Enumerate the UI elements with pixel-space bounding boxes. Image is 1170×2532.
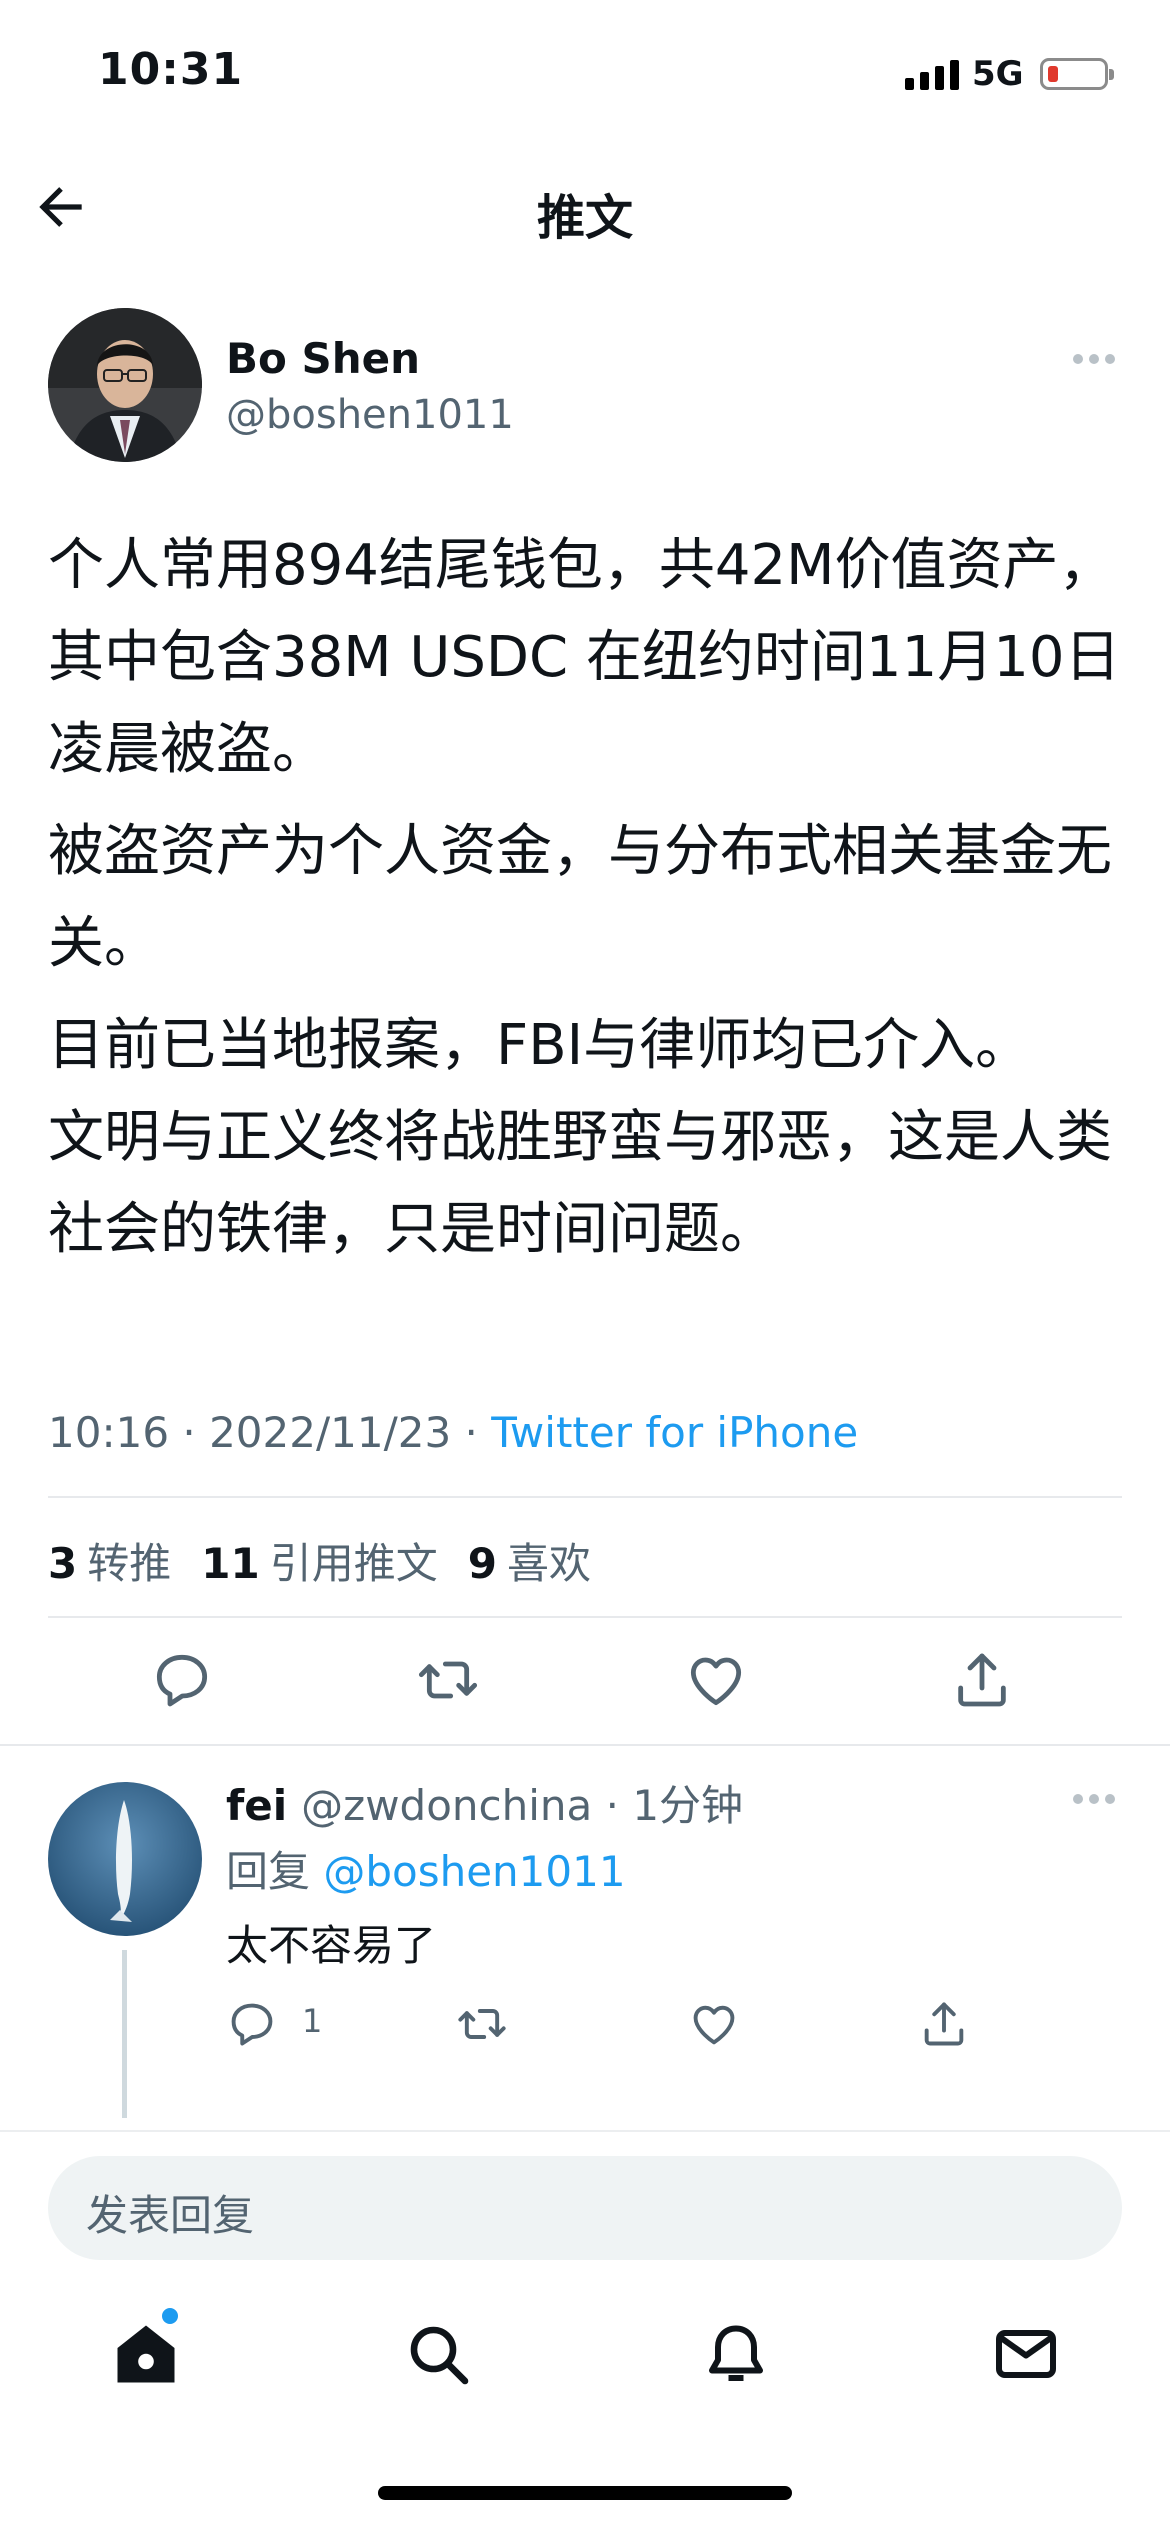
reply-to-handle[interactable]: @boshen1011 [323,1847,625,1896]
reply-handle-time: @zwdonchina · 1分钟 [301,1781,744,1830]
author-handle[interactable]: @boshen1011 [226,392,514,438]
home-icon[interactable] [110,2318,182,2390]
divider [48,1496,1122,1498]
likes-stat[interactable]: 9 喜欢 [468,1530,591,1591]
retweet-icon[interactable] [456,1998,508,2050]
reply-avatar[interactable] [48,1782,202,1936]
signal-icon [905,58,959,90]
tweet-stats: 3 转推 11 引用推文 9 喜欢 [48,1530,591,1591]
retweet-icon[interactable] [416,1648,480,1712]
divider [0,1744,1170,1746]
like-icon[interactable] [688,1998,740,2050]
reply-text: 太不容易了 [226,1921,437,1970]
tweet-paragraph: 目前已当地报案，FBI与律师均已介入。 [48,1013,1032,1078]
reply-header: fei @zwdonchina · 1分钟 [226,1772,743,1833]
divider [0,2130,1170,2132]
divider [48,1616,1122,1618]
retweets-stat[interactable]: 3 转推 [48,1530,171,1591]
author-avatar[interactable] [48,308,202,462]
author-name[interactable]: Bo Shen [226,334,420,383]
more-options-icon[interactable] [1070,1790,1118,1808]
network-label: 5G [972,54,1024,94]
page-title: 推文 [536,190,633,246]
more-options-icon[interactable] [1070,350,1118,368]
tweet-timestamp: 10:16 · 2022/11/23 · Twitter for iPhone [48,1408,858,1457]
home-notification-dot [162,2308,178,2324]
quotes-stat[interactable]: 11 引用推文 [201,1530,437,1591]
notifications-bell-icon[interactable] [700,2318,772,2390]
battery-icon [1040,58,1114,90]
tweet-source-link[interactable]: Twitter for iPhone [491,1408,858,1457]
search-icon[interactable] [402,2318,474,2390]
reply-count: 1 [302,2002,323,2040]
status-time: 10:31 [98,44,244,95]
thread-line [122,1950,127,2118]
share-icon[interactable] [950,1648,1014,1712]
messages-envelope-icon[interactable] [990,2318,1062,2390]
reply-icon[interactable] [226,1998,278,2050]
tweet-paragraph: 个人常用894结尾钱包，共42M价值资产，其中包含38M USDC 在纽约时间1… [48,533,1121,782]
tweet-text: 个人常用894结尾钱包，共42M价值资产，其中包含38M USDC 在纽约时间1… [48,520,1128,1276]
like-icon[interactable] [684,1648,748,1712]
composer-placeholder: 发表回复 [86,2191,255,2240]
home-indicator[interactable] [378,2486,792,2500]
tweet-paragraph: 被盗资产为个人资金，与分布式相关基金无关。 [48,819,1112,976]
reply-icon[interactable] [150,1648,214,1712]
share-icon[interactable] [918,1998,970,2050]
tweet-paragraph: 文明与正义终将战胜野蛮与邪恶，这是人类社会的铁律，只是时间问题。 [48,1105,1112,1262]
reply-author-name[interactable]: fei [226,1781,287,1830]
reply-prefix: 回复 [226,1847,324,1896]
timestamp-text: 10:16 · 2022/11/23 · [48,1408,492,1457]
replying-to: 回复 @boshen1011 [226,1838,626,1899]
